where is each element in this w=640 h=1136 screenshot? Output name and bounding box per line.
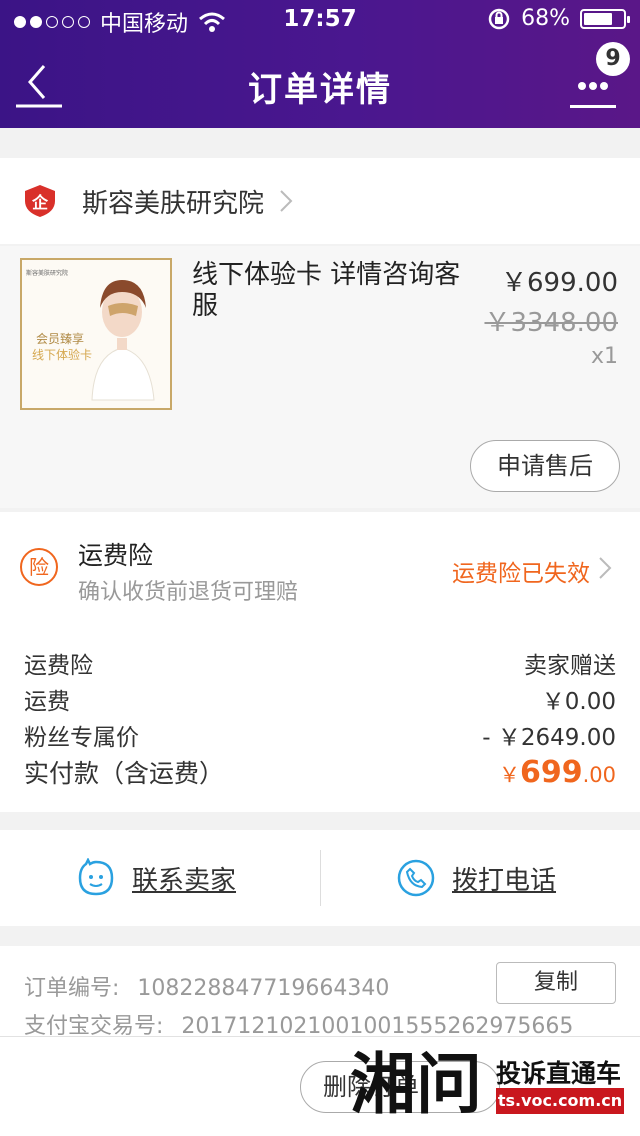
product-title: 线下体验卡 详情咨询客服 — [192, 260, 461, 321]
insurance-title: 运费险 — [78, 541, 154, 570]
shop-row[interactable]: 企 斯容美肤研究院 — [0, 158, 640, 244]
original-price: ￥3348.00 — [484, 308, 618, 338]
chevron-right-icon — [280, 190, 293, 212]
summary-label: 运费险 — [24, 653, 93, 679]
total-integer: 699 — [519, 755, 583, 790]
product-thumbnail[interactable]: 斯容美肤研究院 会员臻享 线下体验卡 — [20, 258, 172, 410]
rotation-lock-icon — [488, 8, 510, 29]
status-bar: 中国移动 17:57 68% — [0, 0, 640, 40]
enterprise-shop-icon: 企 — [25, 185, 55, 217]
order-number-label: 订单编号: — [24, 976, 120, 1001]
watermark-title: 投诉直通车 — [496, 1059, 622, 1088]
watermark-logo-text: 湘问 — [350, 1045, 482, 1123]
chat-face-icon — [78, 858, 114, 896]
shop-name: 斯容美肤研究院 — [82, 188, 265, 219]
product-card[interactable]: 斯容美肤研究院 会员臻享 线下体验卡 线下体验卡 详情咨询客服 ￥699.00 … — [0, 246, 640, 508]
more-dots-icon — [578, 82, 586, 90]
copy-button[interactable]: 复制 — [496, 962, 616, 1004]
summary-value: ￥0.00 — [541, 689, 616, 715]
total-row: 实付款（含运费） ￥699.00 — [24, 754, 616, 790]
header: 中国移动 17:57 68% 订单详情 9 — [0, 0, 640, 128]
summary-value: 卖家赠送 — [524, 653, 616, 679]
call-phone-button[interactable]: 拨打电话 — [396, 830, 556, 926]
summary-label: 粉丝专属价 — [24, 725, 139, 751]
summary-row: 运费 ￥0.00 — [24, 682, 616, 716]
svg-text:企: 企 — [31, 193, 49, 212]
product-price: ￥699.00 — [501, 268, 618, 298]
watermark-logo: 湘问 投诉直通车 ts.voc.com.cn — [350, 1042, 636, 1130]
more-button[interactable] — [570, 72, 618, 108]
contact-bar: 联系卖家 拨打电话 — [0, 830, 640, 926]
thumbnail-text-2: 线下体验卡 — [32, 348, 93, 362]
message-count-badge: 9 — [596, 42, 630, 76]
battery-percent: 68% — [521, 6, 570, 31]
insurance-icon: 险 — [20, 548, 58, 586]
order-number-row: 订单编号: 108228847719664340 — [24, 970, 389, 1002]
product-quantity: x1 — [590, 344, 618, 369]
watermark-url: ts.voc.com.cn — [496, 1088, 624, 1114]
after-sale-button[interactable]: 申请售后 — [470, 440, 620, 492]
total-label: 实付款（含运费） — [24, 759, 225, 788]
order-number: 108228847719664340 — [137, 976, 390, 1001]
total-amount: ￥699.00 — [499, 755, 616, 790]
battery-icon — [580, 8, 630, 29]
summary-value: - ￥2649.00 — [482, 725, 616, 751]
divider — [320, 850, 321, 906]
summary-label: 运费 — [24, 689, 70, 715]
insurance-status[interactable]: 运费险已失效 — [452, 554, 590, 588]
call-phone-label: 拨打电话 — [452, 865, 557, 896]
contact-seller-button[interactable]: 联系卖家 — [76, 830, 236, 926]
chevron-right-icon[interactable] — [598, 556, 612, 580]
insurance-summary-card: 险 运费险 确认收货前退货可理赔 运费险已失效 运费险 卖家赠送 运费 ￥0.0… — [0, 512, 640, 812]
insurance-subtitle: 确认收货前退货可理赔 — [78, 580, 299, 605]
page-title: 订单详情 — [248, 70, 392, 110]
total-decimal: .00 — [582, 763, 616, 787]
contact-seller-label: 联系卖家 — [132, 865, 237, 896]
total-currency: ￥ — [498, 763, 520, 787]
thumbnail-text-1: 会员臻享 — [36, 332, 85, 346]
phone-icon — [397, 859, 435, 897]
summary-row: 运费险 卖家赠送 — [24, 646, 616, 680]
summary-row: 粉丝专属价 - ￥2649.00 — [24, 718, 616, 752]
